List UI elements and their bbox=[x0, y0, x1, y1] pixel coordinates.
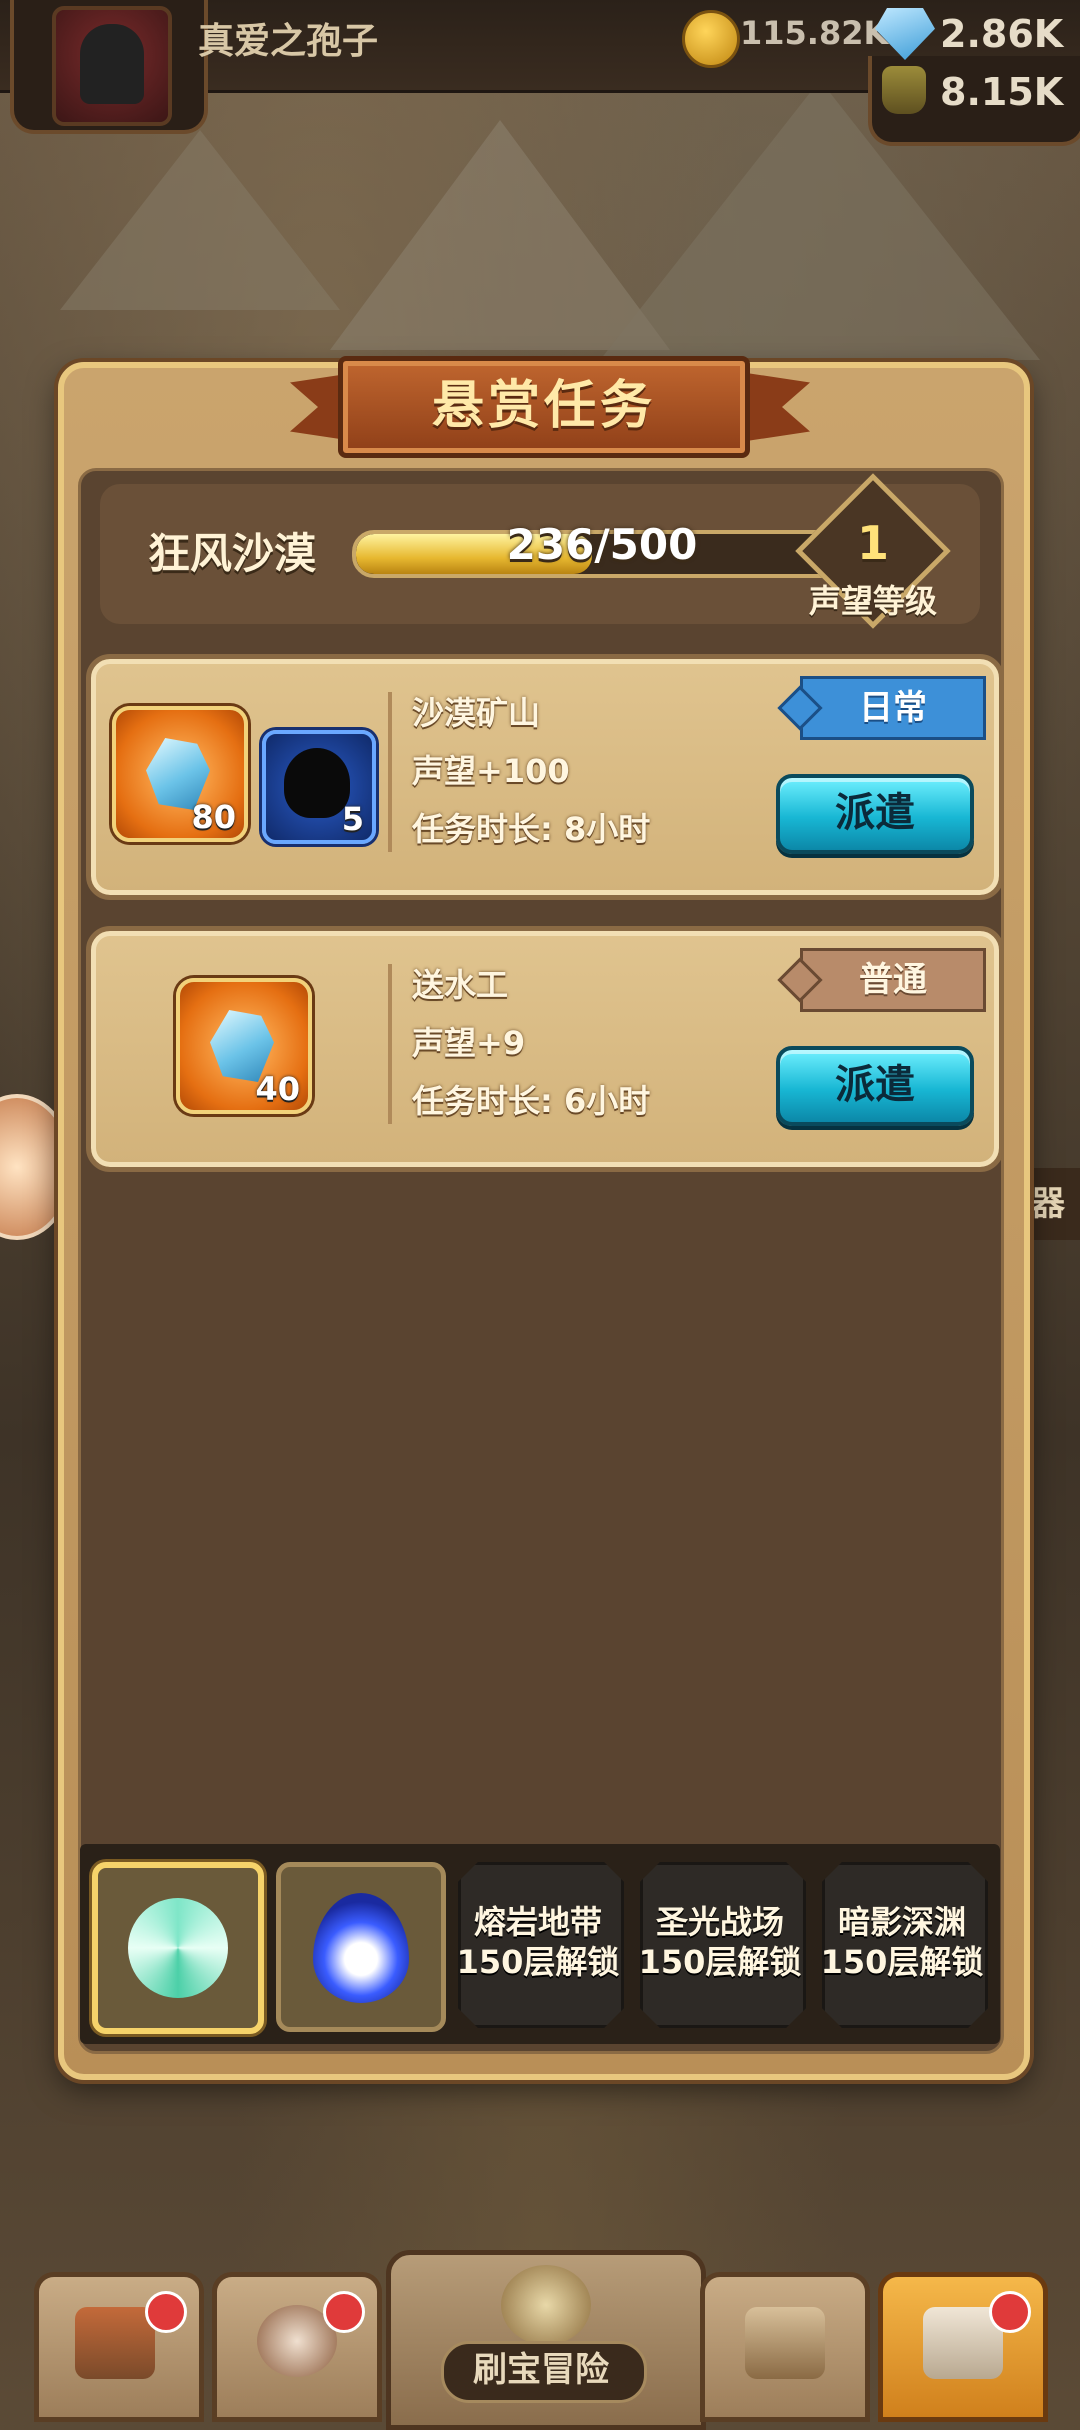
player-name: 真爱之孢子 bbox=[198, 21, 379, 62]
reward-item[interactable]: 40 bbox=[176, 978, 312, 1114]
tab-shadow-lock: 150层解锁 bbox=[820, 1943, 984, 1981]
task-tag-normal: 普通 bbox=[800, 948, 986, 1012]
dispatch-button[interactable]: 派遣 bbox=[776, 774, 974, 854]
water-drop-icon bbox=[313, 1893, 409, 2003]
shop-icon bbox=[75, 2307, 155, 2379]
tab-wind-region[interactable] bbox=[92, 1862, 264, 2034]
tab-water-region[interactable] bbox=[276, 1862, 446, 2032]
task-reputation: 声望+9 bbox=[412, 1024, 526, 1062]
region-name: 狂风沙漠 bbox=[148, 529, 317, 578]
bag-icon bbox=[745, 2307, 825, 2379]
knight-helmet-icon bbox=[80, 24, 144, 104]
card-divider bbox=[388, 692, 392, 852]
panel-title: 悬赏任务 bbox=[431, 376, 656, 436]
task-name: 送水工 bbox=[412, 966, 509, 1004]
jar-amount: 8.15K bbox=[940, 70, 1064, 114]
task-tag-daily: 日常 bbox=[800, 676, 986, 740]
tab-lava-name: 熔岩地带 bbox=[473, 1903, 602, 1941]
task-duration: 任务时长: 6小时 bbox=[412, 1082, 651, 1120]
dispatch-button[interactable]: 派遣 bbox=[776, 1046, 974, 1126]
reputation-level: 1 bbox=[856, 516, 889, 570]
task-duration: 任务时长: 8小时 bbox=[412, 810, 651, 848]
notification-dot bbox=[989, 2291, 1031, 2333]
reward-count: 40 bbox=[255, 1070, 300, 1108]
jar-icon bbox=[882, 66, 926, 114]
task-name: 沙漠矿山 bbox=[412, 694, 541, 732]
reputation-progress-text: 236/500 bbox=[506, 520, 698, 569]
tab-holy-lock: 150层解锁 bbox=[638, 1943, 802, 1981]
nav-adventure-label: 刷宝冒险 bbox=[473, 2350, 609, 2390]
wind-icon bbox=[128, 1898, 228, 1998]
hero-silhouette-icon bbox=[284, 748, 350, 818]
avatar[interactable] bbox=[52, 6, 172, 126]
nav-adventure-button[interactable] bbox=[386, 2250, 706, 2430]
reward-count: 5 bbox=[341, 800, 364, 838]
notification-dot bbox=[323, 2291, 365, 2333]
tab-holy-name: 圣光战场 bbox=[655, 1903, 784, 1941]
reputation-level-label: 声望等级 bbox=[808, 582, 937, 620]
tab-shadow-name: 暗影深渊 bbox=[837, 1903, 966, 1941]
reward-item[interactable]: 5 bbox=[262, 730, 376, 844]
reward-count: 80 bbox=[191, 798, 236, 836]
reward-item[interactable]: 80 bbox=[112, 706, 248, 842]
avatar-frame[interactable] bbox=[10, 0, 208, 134]
notification-dot bbox=[145, 2291, 187, 2333]
tab-lava-lock: 150层解锁 bbox=[456, 1943, 620, 1981]
adventure-icon bbox=[501, 2265, 591, 2345]
mountain-decoration bbox=[60, 130, 340, 310]
gem-amount: 2.86K bbox=[940, 12, 1064, 56]
task-reputation: 声望+100 bbox=[412, 752, 570, 790]
gold-coin-icon bbox=[682, 10, 740, 68]
gold-amount: 115.82K bbox=[740, 14, 889, 52]
card-divider bbox=[388, 964, 392, 1124]
